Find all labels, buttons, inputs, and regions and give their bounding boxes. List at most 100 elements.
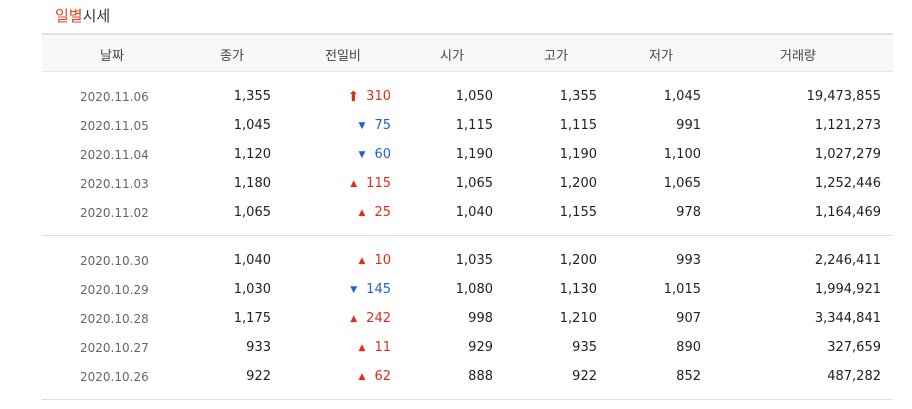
down-triangle-icon: ▼ <box>358 150 366 160</box>
table-row: 2020.10.29 1,030 ▼ 145 1,080 1,130 1,015 1,994,… <box>42 275 893 304</box>
change-value: 60 <box>374 147 391 162</box>
table-row: 2020.11.04 1,120 ▼ 60 1,190 1,190 1,100 1,027,2… <box>42 140 893 169</box>
table-header: 날짜 종가 전일비 시가 고가 저가 거래량 <box>42 33 893 72</box>
change-value: 310 <box>366 89 391 104</box>
cell-high: 1,210 <box>559 311 597 326</box>
cell-high: 1,200 <box>559 253 597 268</box>
header-close: 종가 <box>220 49 244 64</box>
cell-volume: 1,164,469 <box>814 205 881 220</box>
cell-close: 1,030 <box>233 282 271 297</box>
cell-high: 922 <box>572 369 597 384</box>
cell-low: 993 <box>676 253 701 268</box>
table-row: 2020.10.26 922 ▲ 62 888 922 852 487,282 <box>42 362 893 391</box>
cell-volume: 1,121,273 <box>814 118 881 133</box>
cell-close: 1,065 <box>233 205 271 220</box>
cell-open: 929 <box>468 340 493 355</box>
cell-date: 2020.11.02 <box>80 206 149 220</box>
row-group-october: 2020.10.30 1,040 ▲ 10 1,035 1,200 993 2,246,411… <box>42 235 893 399</box>
change-value: 11 <box>374 340 391 355</box>
down-triangle-icon: ▼ <box>358 121 366 131</box>
cell-volume: 1,994,921 <box>814 282 881 297</box>
cell-volume: 327,659 <box>827 340 881 355</box>
table-row: 2020.10.30 1,040 ▲ 10 1,035 1,200 993 2,246,411 <box>42 246 893 275</box>
change-value: 25 <box>374 205 391 220</box>
cell-date: 2020.10.30 <box>80 254 149 268</box>
cell-open: 1,050 <box>455 89 493 104</box>
down-triangle-icon: ▼ <box>350 285 358 295</box>
cell-open: 998 <box>468 311 493 326</box>
cell-low: 890 <box>676 340 701 355</box>
cell-close: 1,180 <box>233 176 271 191</box>
change-value: 242 <box>366 311 391 326</box>
cell-high: 1,355 <box>559 89 597 104</box>
cell-volume: 1,252,446 <box>814 176 881 191</box>
cell-date: 2020.10.27 <box>80 341 149 355</box>
cell-date: 2020.11.03 <box>80 177 149 191</box>
cell-low: 907 <box>676 311 701 326</box>
title-accent: 일별 <box>55 7 83 25</box>
cell-volume: 1,027,279 <box>814 147 881 162</box>
table-row: 2020.11.06 1,355 ⬆ 310 1,050 1,355 1,045 19,473… <box>42 82 893 111</box>
cell-low: 991 <box>676 118 701 133</box>
cell-date: 2020.11.06 <box>80 90 149 104</box>
cell-change: ▼ 60 <box>359 147 391 162</box>
cell-high: 935 <box>572 340 597 355</box>
upper-limit-arrow-icon: ⬆ <box>347 89 360 105</box>
cell-low: 978 <box>676 205 701 220</box>
cell-open: 1,035 <box>455 253 493 268</box>
cell-high: 1,115 <box>559 118 597 133</box>
title-rest: 시세 <box>82 7 111 25</box>
cell-low: 1,015 <box>663 282 701 297</box>
header-low: 저가 <box>649 49 673 64</box>
cell-low: 852 <box>676 369 701 384</box>
up-triangle-icon: ▲ <box>350 179 358 189</box>
row-group-november: 2020.11.06 1,355 ⬆ 310 1,050 1,355 1,045 19,473… <box>42 72 893 235</box>
cell-change: ▲ 242 <box>350 311 391 326</box>
cell-open: 888 <box>468 369 493 384</box>
header-volume: 거래량 <box>780 49 816 64</box>
cell-open: 1,190 <box>455 147 493 162</box>
table-row: 2020.11.03 1,180 ▲ 115 1,065 1,200 1,065 1,252,… <box>42 169 893 198</box>
cell-date: 2020.11.04 <box>80 148 149 162</box>
cell-close: 1,040 <box>233 253 271 268</box>
cell-high: 1,190 <box>559 147 597 162</box>
header-open: 시가 <box>440 49 464 64</box>
cell-close: 933 <box>246 340 271 355</box>
daily-price-table: 날짜 종가 전일비 시가 고가 저가 거래량 2020.11.06 1,355 ⬆ 3… <box>42 33 893 400</box>
change-value: 145 <box>366 282 391 297</box>
table-row: 2020.10.28 1,175 ▲ 242 998 1,210 907 3,344,841 <box>42 304 893 333</box>
up-triangle-icon: ▲ <box>358 343 366 353</box>
cell-date: 2020.10.26 <box>80 370 149 384</box>
change-value: 75 <box>374 118 391 133</box>
cell-change: ⬆ 310 <box>347 89 391 105</box>
cell-volume: 19,473,855 <box>806 89 881 104</box>
cell-low: 1,065 <box>663 176 701 191</box>
change-value: 115 <box>366 176 391 191</box>
table-row: 2020.11.02 1,065 ▲ 25 1,040 1,155 978 1,164,469 <box>42 198 893 227</box>
cell-change: ▲ 62 <box>359 369 391 384</box>
cell-close: 1,045 <box>233 118 271 133</box>
cell-close: 1,120 <box>233 147 271 162</box>
cell-date: 2020.10.28 <box>80 312 149 326</box>
cell-low: 1,100 <box>663 147 701 162</box>
up-triangle-icon: ▲ <box>358 208 366 218</box>
up-triangle-icon: ▲ <box>358 372 366 382</box>
cell-high: 1,155 <box>559 205 597 220</box>
cell-change: ▼ 75 <box>359 118 391 133</box>
header-change: 전일비 <box>325 49 361 64</box>
cell-date: 2020.11.05 <box>80 119 149 133</box>
cell-volume: 3,344,841 <box>814 311 881 326</box>
cell-volume: 2,246,411 <box>814 253 881 268</box>
cell-close: 922 <box>246 369 271 384</box>
cell-volume: 487,282 <box>827 369 881 384</box>
header-high: 고가 <box>544 49 568 64</box>
cell-change: ▲ 10 <box>359 253 391 268</box>
cell-close: 1,175 <box>233 311 271 326</box>
cell-close: 1,355 <box>233 89 271 104</box>
table-bottom-divider <box>42 399 893 400</box>
cell-change: ▲ 11 <box>359 340 391 355</box>
cell-high: 1,200 <box>559 176 597 191</box>
up-triangle-icon: ▲ <box>350 314 358 324</box>
page-title: 일별시세 <box>55 5 110 26</box>
change-value: 62 <box>374 369 391 384</box>
